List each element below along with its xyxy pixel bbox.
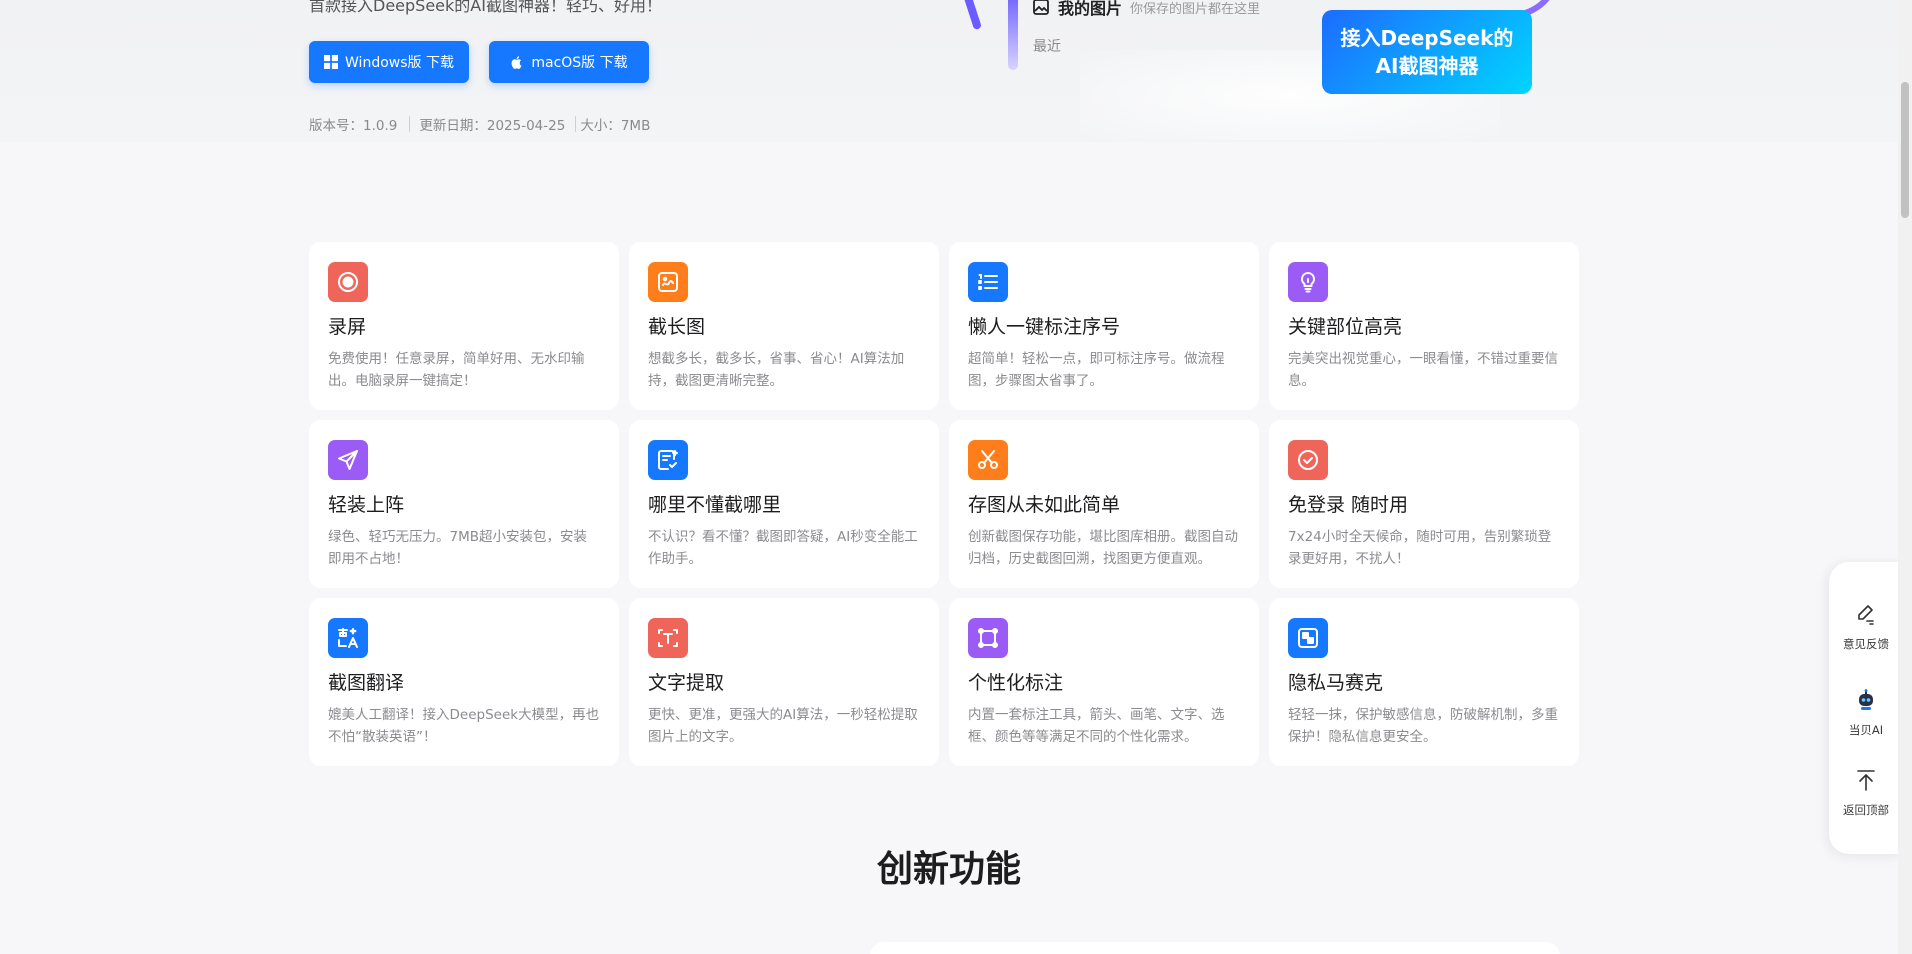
hero-art-recent: 最近 — [1033, 39, 1061, 55]
feature-title: 轻装上阵 — [328, 494, 405, 516]
innovation-section-title: 创新功能 — [876, 849, 1021, 890]
feature-desc: 想截多长，截多长，省事、省心！AI算法加持，截图更清晰完整。 — [648, 351, 905, 389]
ai-note-icon — [648, 440, 688, 480]
check-circle-icon — [1288, 440, 1328, 480]
feature-title: 文字提取 — [648, 672, 725, 694]
feature-card-translate: 截图翻译 媲美人工翻译！接入DeepSeek大模型，再也不怕“散装英语”！ — [309, 598, 619, 766]
feature-title: 截图翻译 — [328, 672, 405, 694]
dangbei-ai-button[interactable]: 当贝AI — [1829, 688, 1903, 738]
divider — [575, 116, 577, 132]
hero-art-line — [1008, 0, 1018, 70]
record-icon — [328, 262, 368, 302]
floating-toolbar: 意见反馈 当贝AI 返回顶部 — [1829, 562, 1903, 854]
mac-download-label: macOS版 下载 — [531, 55, 628, 71]
feature-card-long-screenshot: 截长图 想截多长，截多长，省事、省心！AI算法加持，截图更清晰完整。 — [629, 242, 939, 410]
annotate-icon — [968, 618, 1008, 658]
hero-subtitle: 首款接入DeepSeek的AI截图神器！轻巧、好用！ — [309, 0, 662, 15]
version-text: 版本号：1.0.9 — [309, 118, 398, 134]
text-extract-icon — [648, 618, 688, 658]
feature-desc: 创新截图保存功能，堪比图库相册。截图自动归档，历史截图回溯，找图更方便直观。 — [968, 529, 1238, 567]
release-info: 版本号：1.0.9 更新日期：2025-04-25 大小：7MB — [309, 114, 650, 134]
my-pictures-label: 我的图片 — [1058, 0, 1123, 18]
scissors-icon — [968, 440, 1008, 480]
size-text: 大小：7MB — [580, 118, 651, 134]
paper-plane-icon — [328, 440, 368, 480]
feature-desc: 免费使用！任意录屏，简单好用、无水印输出。电脑录屏一键搞定！ — [328, 351, 585, 389]
mac-download-button[interactable]: macOS版 下载 — [489, 41, 649, 83]
hero-art-line — [962, 0, 982, 31]
feature-card-no-login: 免登录 随时用 7x24小时全天候命，随时可用，告别繁琐登录更好用，不扰人！ — [1269, 420, 1579, 588]
innovation-preview-card — [870, 942, 1560, 954]
feature-title: 存图从未如此简单 — [968, 494, 1121, 516]
feature-card-numbering: 懒人一键标注序号 超简单！轻松一点，即可标注序号。做流程图，步骤图太省事了。 — [949, 242, 1259, 410]
scrollbar-thumb[interactable] — [1901, 82, 1909, 218]
back-to-top-label: 返回顶部 — [1843, 803, 1889, 817]
feature-title: 哪里不懂截哪里 — [648, 494, 782, 516]
feature-title: 隐私马赛克 — [1288, 672, 1384, 694]
translate-icon — [328, 618, 368, 658]
feature-desc: 超简单！轻松一点，即可标注序号。做流程图，步骤图太省事了。 — [968, 351, 1225, 389]
feature-card-record: 录屏 免费使用！任意录屏，简单好用、无水印输出。电脑录屏一键搞定！ — [309, 242, 619, 410]
feature-grid: 录屏 免费使用！任意录屏，简单好用、无水印输出。电脑录屏一键搞定！ 截长图 想截… — [309, 242, 1579, 766]
feature-card-ocr: 文字提取 更快、更准，更强大的AI算法，一秒轻松提取图片上的文字。 — [629, 598, 939, 766]
edit-feedback-icon — [1858, 605, 1874, 625]
badge-line-2: AI截图神器 — [1375, 54, 1479, 78]
feature-title: 录屏 — [328, 316, 367, 338]
hero-art-my-pictures: 我的图片 你保存的图片都在这里 — [1032, 0, 1260, 19]
feature-title: 懒人一键标注序号 — [968, 316, 1121, 338]
feature-desc: 更快、更准，更强大的AI算法，一秒轻松提取图片上的文字。 — [648, 707, 918, 745]
feature-card-highlight: 关键部位高亮 完美突出视觉重心，一眼看懂，不错过重要信息。 — [1269, 242, 1579, 410]
divider — [409, 116, 411, 132]
feature-desc: 绿色、轻巧无压力。7MB超小安装包，安装即用不占地！ — [328, 529, 587, 567]
numbered-list-icon — [968, 262, 1008, 302]
feedback-button[interactable]: 意见反馈 — [1829, 602, 1903, 652]
windows-download-button[interactable]: Windows版 下载 — [309, 41, 469, 83]
image-icon — [1033, 0, 1049, 15]
back-to-top-button[interactable]: 返回顶部 — [1829, 768, 1903, 818]
robot-icon — [1859, 689, 1873, 710]
feature-title: 个性化标注 — [968, 672, 1064, 694]
mosaic-icon — [1288, 618, 1328, 658]
feature-desc: 7x24小时全天候命，随时可用，告别繁琐登录更好用，不扰人！ — [1288, 529, 1552, 567]
feature-desc: 不认识？看不懂？截图即答疑，AI秒变全能工作助手。 — [648, 529, 918, 567]
my-pictures-hint: 你保存的图片都在这里 — [1130, 1, 1261, 17]
ai-label: 当贝AI — [1848, 723, 1884, 737]
feature-desc: 完美突出视觉重心，一眼看懂，不错过重要信息。 — [1288, 351, 1558, 389]
feature-card-annotate: 个性化标注 内置一套标注工具，箭头、画笔、文字、选框、颜色等等满足不同的个性化需… — [949, 598, 1259, 766]
windows-download-label: Windows版 下载 — [345, 55, 454, 71]
apple-icon — [511, 56, 522, 69]
windows-icon — [324, 55, 339, 69]
arrow-up-icon — [1857, 770, 1875, 791]
hero-art-badge: 接入DeepSeek的 AI截图神器 — [1322, 10, 1532, 94]
feature-title: 截长图 — [648, 316, 706, 338]
feature-desc: 媲美人工翻译！接入DeepSeek大模型，再也不怕“散装英语”！ — [328, 707, 600, 745]
feature-desc: 内置一套标注工具，箭头、画笔、文字、选框、颜色等等满足不同的个性化需求。 — [968, 707, 1225, 745]
update-date-text: 更新日期：2025-04-25 — [419, 118, 566, 134]
feature-card-save: 存图从未如此简单 创新截图保存功能，堪比图库相册。截图自动归档，历史截图回溯，找… — [949, 420, 1259, 588]
feedback-label: 意见反馈 — [1843, 637, 1889, 651]
feature-title: 免登录 随时用 — [1288, 494, 1409, 516]
badge-line-1: 接入DeepSeek的 — [1340, 26, 1514, 50]
feature-card-ask-ai: 哪里不懂截哪里 不认识？看不懂？截图即答疑，AI秒变全能工作助手。 — [629, 420, 939, 588]
page-scrollbar[interactable] — [1898, 0, 1912, 954]
feature-card-mosaic: 隐私马赛克 轻轻一抹，保护敏感信息，防破解机制，多重保护！隐私信息更安全。 — [1269, 598, 1579, 766]
lightbulb-icon — [1288, 262, 1328, 302]
feature-desc: 轻轻一抹，保护敏感信息，防破解机制，多重保护！隐私信息更安全。 — [1288, 707, 1558, 745]
feature-title: 关键部位高亮 — [1288, 316, 1403, 338]
hero-section: 首款接入DeepSeek的AI截图神器！轻巧、好用！ Windows版 下载 m… — [0, 0, 1898, 142]
long-screenshot-icon — [648, 262, 688, 302]
feature-card-lightweight: 轻装上阵 绿色、轻巧无压力。7MB超小安装包，安装即用不占地！ — [309, 420, 619, 588]
